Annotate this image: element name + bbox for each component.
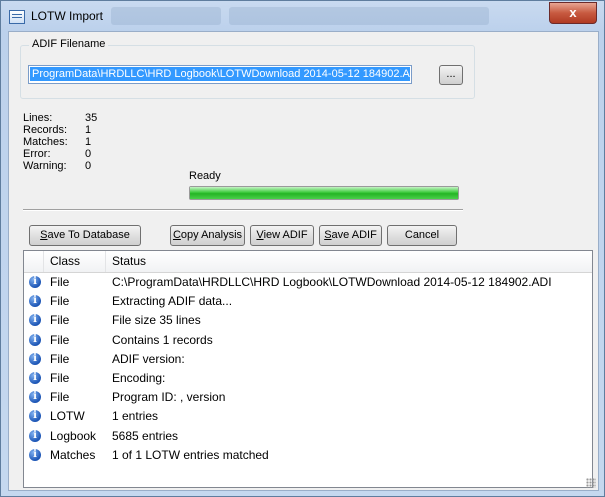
row-status: 5685 entries	[112, 428, 179, 443]
row-class: Matches	[50, 447, 96, 462]
info-icon: i	[29, 295, 41, 308]
row-status: Contains 1 records	[112, 332, 213, 347]
class-column-header[interactable]: Class	[44, 251, 106, 272]
list-header: Class Status	[24, 251, 592, 273]
window-title: LOTW Import	[31, 9, 104, 23]
stat-label: Records:	[23, 124, 68, 136]
resize-grip[interactable]	[586, 478, 596, 488]
row-status: C:\ProgramData\HRDLLC\HRD Logbook\LOTWDo…	[112, 275, 552, 289]
row-status: Encoding:	[112, 371, 166, 385]
row-class: File	[50, 332, 70, 347]
close-icon[interactable]: x	[569, 5, 576, 20]
list-item[interactable]: i File Program ID: , version	[24, 388, 592, 407]
save-adif-button[interactable]: Save ADIF	[319, 225, 382, 246]
info-icon: i	[29, 352, 41, 365]
info-icon: i	[29, 333, 41, 346]
adif-filename-label: ADIF Filename	[29, 38, 109, 50]
cancel-button[interactable]: Cancel	[387, 225, 457, 246]
row-class: LOTW	[50, 409, 85, 424]
row-class: File	[50, 351, 70, 366]
list-item[interactable]: i File Encoding:	[24, 369, 592, 388]
info-icon: i	[29, 429, 41, 442]
stat-label: Matches:	[23, 136, 68, 148]
stat-value: 35	[85, 112, 98, 124]
save-to-database-button[interactable]: Save To Database	[29, 225, 141, 246]
adif-filename-value[interactable]: ProgramData\HRDLLC\HRD Logbook\LOTWDownl…	[30, 67, 410, 81]
row-status: 1 entries	[112, 409, 159, 424]
browse-button[interactable]: ...	[439, 65, 463, 85]
import-progress-bar	[189, 186, 459, 200]
row-status: Extracting ADIF data...	[112, 294, 233, 309]
row-class: File	[50, 371, 70, 385]
list-item[interactable]: i File Contains 1 records	[24, 331, 592, 350]
row-class: File	[50, 294, 70, 309]
list-item[interactable]: i File File size 35 lines	[24, 311, 592, 330]
list-item[interactable]: i Matches 1 of 1 LOTW entries matched	[24, 446, 592, 465]
stat-label: Lines:	[23, 112, 53, 124]
info-icon: i	[29, 372, 41, 384]
background-window-tab	[111, 7, 221, 25]
lotw-import-window: LOTW Import x ADIF Filename ProgramData\…	[0, 0, 605, 497]
stat-label: Warning:	[23, 160, 67, 172]
row-class: File	[50, 313, 70, 328]
stat-label: Error:	[23, 148, 51, 160]
close-button[interactable]: x	[549, 2, 597, 24]
row-class: File	[50, 275, 70, 289]
info-icon: i	[29, 448, 41, 461]
analysis-list[interactable]: Class Status i File C:\ProgramData\HRDLLC\…	[23, 250, 593, 488]
window-icon[interactable]	[9, 10, 25, 24]
row-status: File size 35 lines	[112, 313, 201, 328]
separator	[23, 209, 463, 211]
icon-column-header[interactable]	[24, 251, 44, 272]
stat-value: 0	[85, 160, 92, 172]
progress-status: Ready	[189, 170, 221, 182]
view-adif-button[interactable]: View ADIF	[250, 225, 314, 246]
status-column-header[interactable]: Status	[106, 251, 592, 272]
progress-fill	[190, 187, 458, 199]
adif-filename-field[interactable]: ProgramData\HRDLLC\HRD Logbook\LOTWDownl…	[28, 65, 412, 84]
row-status: 1 of 1 LOTW entries matched	[112, 447, 269, 462]
list-item[interactable]: i File ADIF version:	[24, 350, 592, 369]
dialog-client-area: ADIF Filename ProgramData\HRDLLC\HRD Log…	[8, 31, 599, 491]
info-icon: i	[29, 276, 41, 288]
stat-value: 1	[85, 124, 92, 136]
copy-analysis-button[interactable]: Copy Analysis	[170, 225, 245, 246]
background-window-tab	[229, 7, 489, 25]
row-status: Program ID: , version	[112, 390, 226, 405]
row-status: ADIF version:	[112, 351, 185, 366]
list-item[interactable]: i Logbook 5685 entries	[24, 427, 592, 446]
info-icon: i	[29, 391, 41, 404]
list-item[interactable]: i File Extracting ADIF data...	[24, 292, 592, 311]
info-icon: i	[29, 410, 41, 423]
stat-value: 1	[85, 136, 92, 148]
adif-filename-group: ADIF Filename ProgramData\HRDLLC\HRD Log…	[20, 38, 475, 99]
title-bar[interactable]: LOTW Import x	[1, 1, 604, 31]
row-class: File	[50, 390, 70, 405]
list-item[interactable]: i LOTW 1 entries	[24, 407, 592, 426]
info-icon: i	[29, 314, 41, 327]
row-class: Logbook	[50, 428, 97, 443]
list-item[interactable]: i File C:\ProgramData\HRDLLC\HRD Logbook\L…	[24, 273, 592, 292]
stat-value: 0	[85, 148, 92, 160]
